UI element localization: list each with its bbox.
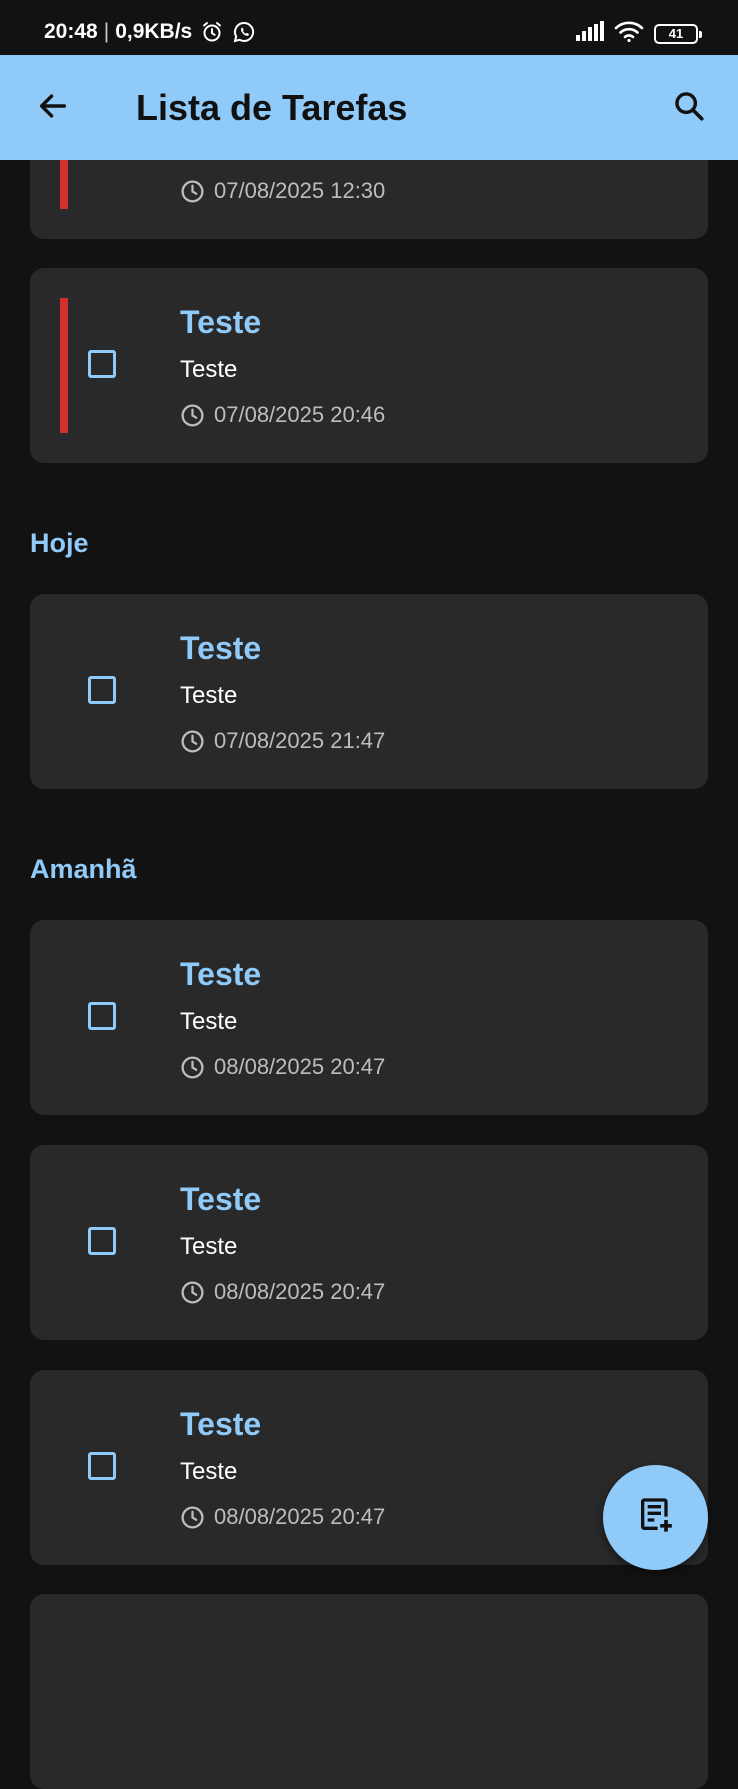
clock-icon [180,403,205,428]
overdue-indicator [60,298,68,433]
task-time-text: 07/08/2025 20:46 [214,402,386,427]
arrow-back-icon [36,89,70,128]
clock-icon [180,729,205,754]
task-card-overdue-2[interactable]: Teste Teste 07/08/2025 20:46 [30,268,708,463]
task-description: Teste [180,682,238,709]
task-title: Teste [180,1181,262,1217]
status-separator: | [103,20,110,43]
signal-icon [576,21,604,46]
clock-icon [180,1055,205,1080]
alarm-icon [200,20,224,44]
task-time-text: 07/08/2025 21:47 [214,728,386,753]
battery-icon: 41 [654,23,702,44]
task-time: 07/08/2025 21:47 [180,728,385,754]
task-title: Teste [180,630,262,666]
add-task-button[interactable] [603,1465,708,1570]
task-checkbox[interactable] [88,676,116,704]
clock-icon [180,179,205,204]
status-bar: 20:48 | 0,9KB/s 41 [0,0,738,55]
status-time: 20:48 [44,20,98,43]
status-left: 20:48 | 0,9KB/s [44,20,256,44]
task-list: 07/08/2025 12:30 Teste Teste 07/08/2025 … [0,0,738,1789]
task-title: Teste [180,1406,262,1442]
back-button[interactable] [30,85,76,131]
whatsapp-icon [232,20,256,44]
task-title: Teste [180,304,262,340]
app-bar: Lista de Tarefas [0,55,738,160]
task-checkbox[interactable] [88,1452,116,1480]
section-header-tomorrow: Amanhã [30,854,137,884]
page-title: Lista de Tarefas [136,87,408,128]
network-speed: 0,9KB/s [115,20,193,43]
task-time: 07/08/2025 20:46 [180,402,385,428]
task-card-tomorrow-2[interactable]: Teste Teste 08/08/2025 20:47 [30,1145,708,1340]
task-time-text: 07/08/2025 12:30 [214,178,386,203]
task-time-text: 08/08/2025 20:47 [214,1279,386,1304]
task-card-tomorrow-1[interactable]: Teste Teste 08/08/2025 20:47 [30,920,708,1115]
add-task-icon [636,1495,676,1540]
task-time: 08/08/2025 20:47 [180,1054,385,1080]
task-checkbox[interactable] [88,350,116,378]
clock-icon [180,1280,205,1305]
wifi-icon [614,20,644,47]
task-time-text: 08/08/2025 20:47 [214,1504,386,1529]
task-description: Teste [180,1458,238,1485]
task-description: Teste [180,1233,238,1260]
task-time-text: 08/08/2025 20:47 [214,1054,386,1079]
task-description: Teste [180,356,238,383]
task-title: Teste [180,956,262,992]
status-right: 41 [576,20,702,47]
search-icon [672,89,706,128]
section-header-today: Hoje [30,528,89,558]
clock-icon [180,1505,205,1530]
task-card-today-1[interactable]: Teste Teste 07/08/2025 21:47 [30,594,708,789]
task-checkbox[interactable] [88,1227,116,1255]
search-button[interactable] [666,85,712,131]
battery-level: 41 [668,26,684,41]
task-card-partial[interactable] [30,1594,708,1789]
task-checkbox[interactable] [88,1002,116,1030]
task-time: 08/08/2025 20:47 [180,1279,385,1305]
task-description: Teste [180,1008,238,1035]
task-time: 08/08/2025 20:47 [180,1504,385,1530]
task-time: 07/08/2025 12:30 [180,178,385,204]
